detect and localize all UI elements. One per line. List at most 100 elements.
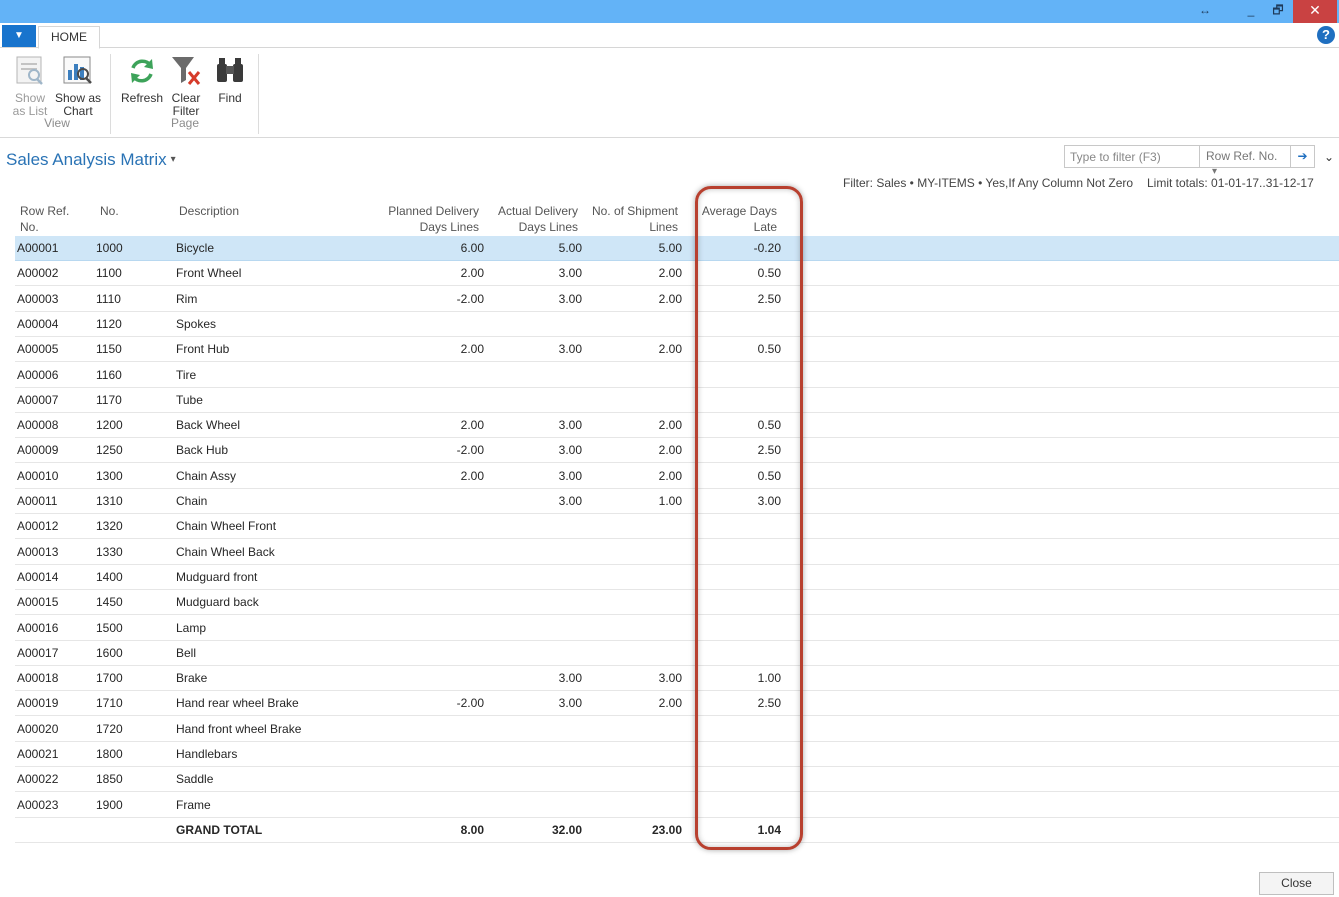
show-as-chart-button[interactable]: Show as Chart bbox=[54, 54, 102, 118]
cell-no: 1330 bbox=[96, 544, 123, 559]
cell-actual: 3.00 bbox=[558, 468, 582, 483]
col-header-shipment-lines[interactable]: No. of Shipment Lines bbox=[580, 203, 678, 235]
show-as-list-button[interactable]: Show as List bbox=[10, 54, 50, 118]
cell-planned: 2.00 bbox=[460, 266, 484, 281]
cell-no: 1110 bbox=[96, 291, 121, 306]
table-row[interactable]: A00011 1310 Chain 3.00 1.00 3.00 bbox=[15, 489, 1339, 514]
cell-no: 1170 bbox=[96, 392, 122, 407]
cell-ref: A00011 bbox=[17, 494, 58, 508]
table-row[interactable]: A00010 1300 Chain Assy 2.00 3.00 2.00 0.50 bbox=[15, 464, 1339, 489]
col-header-ship-line2: Lines bbox=[649, 220, 678, 234]
grand-total-row[interactable]: GRAND TOTAL 8.00 32.00 23.00 1.04 bbox=[15, 818, 1339, 843]
table-row[interactable]: A00002 1100 Front Wheel 2.00 3.00 2.00 0.50 bbox=[15, 261, 1339, 287]
table-row[interactable]: A00021 1800 Handlebars bbox=[15, 742, 1339, 767]
table-row[interactable]: A00009 1250 Back Hub -2.00 3.00 2.00 2.50 bbox=[15, 438, 1339, 464]
cell-planned: 8.00 bbox=[460, 822, 484, 837]
table-row[interactable]: A00004 1120 Spokes bbox=[15, 312, 1339, 337]
cell-ship: 2.00 bbox=[658, 291, 682, 306]
clear-filter-button[interactable]: Clear Filter bbox=[168, 54, 204, 118]
cell-ref: A00003 bbox=[17, 291, 59, 306]
filter-input[interactable]: Type to filter (F3) bbox=[1070, 150, 1161, 164]
table-row[interactable]: A00019 1710 Hand rear wheel Brake -2.00 3.00… bbox=[15, 691, 1339, 717]
col-header-description[interactable]: Description bbox=[179, 203, 239, 219]
table-row[interactable]: A00018 1700 Brake 3.00 3.00 1.00 bbox=[15, 666, 1339, 692]
cell-desc: Back Hub bbox=[176, 443, 229, 458]
filter-field-label: Row Ref. No. bbox=[1206, 149, 1278, 163]
cell-desc: Chain Wheel Back bbox=[176, 544, 275, 559]
table-row[interactable]: A00023 1900 Frame bbox=[15, 793, 1339, 818]
cell-no: 1100 bbox=[96, 266, 122, 281]
table-row[interactable]: A00001 1000 Bicycle 6.00 5.00 5.00 -0.20 bbox=[15, 236, 1339, 261]
cell-no: 1250 bbox=[96, 443, 123, 458]
table-row[interactable]: A00022 1850 Saddle bbox=[15, 767, 1339, 793]
refresh-button[interactable]: Refresh bbox=[120, 54, 164, 105]
clear-filter-label: Clear Filter bbox=[171, 91, 201, 118]
page-title[interactable]: Sales Analysis Matrix ▾ bbox=[6, 150, 176, 170]
table-row[interactable]: A00016 1500 Lamp bbox=[15, 616, 1339, 641]
cell-ship: 2.00 bbox=[658, 266, 682, 281]
cell-planned: -2.00 bbox=[456, 443, 484, 458]
cell-ref: A00017 bbox=[17, 645, 59, 660]
col-header-no[interactable]: No. bbox=[100, 203, 119, 219]
minimize-button[interactable]: _ bbox=[1236, 0, 1266, 23]
cell-ref: A00012 bbox=[17, 519, 59, 534]
cell-actual: 5.00 bbox=[558, 241, 582, 255]
cell-ref: A00021 bbox=[17, 747, 59, 761]
cell-no: 1800 bbox=[96, 747, 123, 761]
show-as-chart-label: Show as Chart bbox=[54, 91, 102, 118]
table-row[interactable]: A00006 1160 Tire bbox=[15, 363, 1339, 388]
apply-filter-icon[interactable]: ➔ bbox=[1290, 146, 1314, 167]
table-row[interactable]: A00012 1320 Chain Wheel Front bbox=[15, 514, 1339, 540]
table-row[interactable]: A00020 1720 Hand front wheel Brake bbox=[15, 717, 1339, 742]
cell-ref: A00007 bbox=[17, 392, 59, 407]
cell-ref: A00006 bbox=[17, 367, 59, 382]
ribbon: Show as List Show as Chart View Refresh bbox=[0, 48, 1339, 138]
table-row[interactable]: A00015 1450 Mudguard back bbox=[15, 590, 1339, 616]
cell-ref: A00023 bbox=[17, 797, 59, 812]
refresh-icon bbox=[131, 59, 153, 83]
collapse-factbox-icon[interactable]: ⌄ bbox=[1324, 150, 1334, 164]
cell-ship: 23.00 bbox=[651, 822, 682, 837]
table-row[interactable]: A00008 1200 Back Wheel 2.00 3.00 2.00 0.50 bbox=[15, 413, 1339, 439]
col-header-row-ref-line2: No. bbox=[20, 220, 39, 234]
cell-ref: A00010 bbox=[17, 468, 59, 483]
table-row[interactable]: A00007 1170 Tube bbox=[15, 388, 1339, 413]
cell-planned: 6.00 bbox=[460, 241, 484, 255]
table-row[interactable]: A00013 1330 Chain Wheel Back bbox=[15, 540, 1339, 565]
cell-desc: Bell bbox=[176, 645, 197, 660]
title-dropdown-icon[interactable]: ▾ bbox=[171, 154, 176, 165]
table-row[interactable]: A00005 1150 Front Hub 2.00 3.00 2.00 0.50 bbox=[15, 337, 1339, 363]
average-days-late-highlight bbox=[695, 186, 803, 850]
table-row[interactable]: A00014 1400 Mudguard front bbox=[15, 565, 1339, 590]
cell-ship: 2.00 bbox=[658, 342, 682, 357]
cell-no: 1700 bbox=[96, 671, 123, 686]
tab-home[interactable]: HOME bbox=[38, 26, 100, 49]
cell-desc: Bicycle bbox=[176, 241, 215, 255]
cell-ref: A00008 bbox=[17, 418, 59, 433]
show-as-list-label: Show as List bbox=[12, 91, 48, 118]
cell-no: 1310 bbox=[96, 494, 123, 508]
close-button[interactable]: Close bbox=[1259, 872, 1334, 895]
chart-view-icon bbox=[63, 56, 92, 84]
cell-ship: 5.00 bbox=[658, 241, 682, 255]
col-header-actual-delivery[interactable]: Actual Delivery Days Lines bbox=[480, 203, 578, 235]
find-button[interactable]: Find bbox=[212, 54, 248, 105]
col-header-planned-line1: Planned Delivery bbox=[388, 204, 479, 218]
table-row[interactable]: A00017 1600 Bell bbox=[15, 641, 1339, 666]
limit-totals: Limit totals: 01-01-17..31-12-17 bbox=[1147, 176, 1314, 190]
filter-field-select[interactable]: Row Ref. No. ▾ bbox=[1199, 146, 1289, 177]
help-icon[interactable]: ? bbox=[1317, 26, 1335, 44]
cell-desc: Mudguard back bbox=[176, 595, 259, 610]
cell-ref: A00009 bbox=[17, 443, 59, 458]
cell-desc: GRAND TOTAL bbox=[176, 822, 263, 837]
cell-no: 1160 bbox=[96, 367, 122, 382]
close-window-button[interactable]: ✕ bbox=[1293, 0, 1337, 23]
col-header-row-ref[interactable]: Row Ref. No. bbox=[20, 203, 69, 235]
resize-icon[interactable]: ↔ bbox=[1190, 0, 1220, 23]
col-header-planned-delivery[interactable]: Planned Delivery Days Lines bbox=[370, 203, 479, 235]
binoculars-icon bbox=[217, 58, 243, 82]
app-menu-button[interactable]: ▼ bbox=[2, 25, 36, 47]
cell-ref: A00013 bbox=[17, 544, 59, 559]
maximize-button[interactable]: 🗗 bbox=[1263, 0, 1293, 23]
table-row[interactable]: A00003 1110 Rim -2.00 3.00 2.00 2.50 bbox=[15, 287, 1339, 312]
